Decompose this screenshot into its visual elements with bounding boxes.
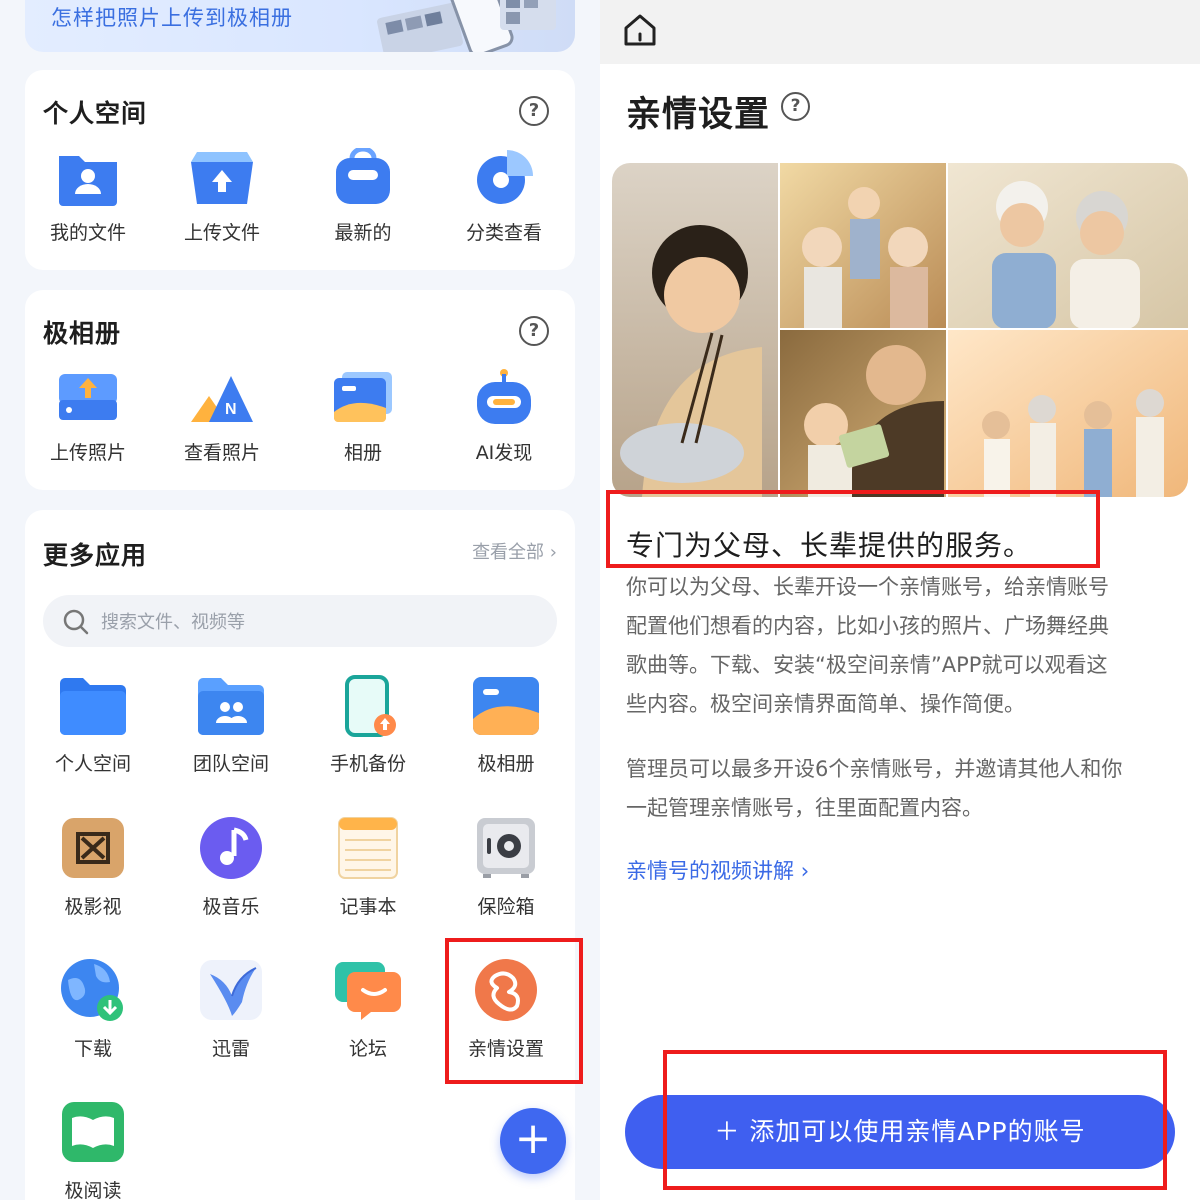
highlight-box-add-button — [663, 1050, 1167, 1190]
add-fab-button[interactable]: + — [500, 1108, 566, 1174]
app-notepad[interactable]: 记事本 — [303, 816, 433, 919]
highlight-box-subheading — [606, 490, 1100, 568]
album-button[interactable]: 相册 — [303, 368, 423, 465]
album-title: 极相册 — [43, 319, 122, 348]
app-forum[interactable]: 论坛 — [303, 958, 433, 1061]
personal-space-title: 个人空间 — [43, 99, 148, 128]
family-photo-collage — [612, 163, 1188, 497]
safe-icon — [477, 818, 535, 878]
team-folder-icon — [198, 678, 264, 735]
description-paragraph: 你可以为父母、长辈开设一个亲情账号，给亲情账号 配置他们想看的内容，比如小孩的照… — [626, 575, 1109, 716]
app-thunder[interactable]: 迅雷 — [166, 958, 296, 1061]
app-film[interactable]: 极影视 — [28, 816, 158, 919]
admin-info-paragraph: 管理员可以最多开设6个亲情账号，并邀请其他人和你 一起管理亲情账号，往里面配置内… — [626, 757, 1123, 820]
ai-discover-button[interactable]: AI发现 — [444, 368, 564, 465]
app-album[interactable]: 极相册 — [441, 675, 571, 776]
top-bar — [600, 0, 1200, 64]
backpack-icon — [336, 148, 390, 204]
forum-icon — [335, 962, 401, 1020]
folder-icon — [60, 678, 126, 735]
music-icon — [200, 817, 262, 879]
search-icon — [63, 609, 89, 635]
more-apps-title: 更多应用 — [43, 541, 148, 570]
title-help-icon[interactable]: ? — [781, 92, 810, 121]
upload-photo-button[interactable]: 上传照片 — [28, 368, 148, 465]
my-files-button[interactable]: 我的文件 — [28, 148, 148, 245]
left-panel: 怎样把照片上传到极相册 个人空间 ? 我的文件 上传文件 最新的 分类查看 极相… — [0, 0, 600, 1200]
notepad-icon — [338, 817, 398, 879]
film-icon — [62, 818, 124, 878]
chevron-right-icon: › — [800, 859, 810, 883]
app-personal-space[interactable]: 个人空间 — [28, 675, 158, 776]
person-folder-icon — [59, 156, 117, 206]
upload-file-button[interactable]: 上传文件 — [162, 148, 282, 245]
album-help-icon[interactable]: ? — [519, 316, 549, 346]
download-globe-icon — [61, 959, 123, 1021]
view-all-link[interactable]: 查看全部 › — [472, 538, 557, 564]
page-title: 亲情设置 — [626, 95, 771, 135]
personal-space-help-icon[interactable]: ? — [519, 96, 549, 126]
upload-drive-icon — [59, 374, 117, 420]
search-input[interactable]: 搜索文件、视频等 — [43, 595, 557, 647]
banner-text: 怎样把照片上传到极相册 — [51, 6, 293, 30]
more-apps-card: 更多应用 查看全部 › 搜索文件、视频等 个人空间 团队空间 手机备份 极相册 … — [25, 510, 575, 1200]
app-reading[interactable]: 极阅读 — [28, 1100, 158, 1200]
personal-space-card: 个人空间 ? 我的文件 上传文件 最新的 分类查看 — [25, 70, 575, 270]
right-panel: 亲情设置 ? 专门为父母、长辈提供的服务。 你可以为父母、长辈开设一个亲情账号，… — [600, 0, 1200, 1200]
photo-icon — [473, 677, 539, 735]
phone-backup-icon — [345, 675, 396, 737]
app-phone-backup[interactable]: 手机备份 — [303, 675, 433, 776]
album-card: 极相册 ? 上传照片 N 查看照片 相册 AI发现 — [25, 290, 575, 490]
app-music[interactable]: 极音乐 — [166, 816, 296, 919]
home-icon[interactable] — [622, 12, 658, 48]
book-icon — [62, 1102, 124, 1162]
photo-collage-illustration — [377, 0, 556, 52]
recent-button[interactable]: 最新的 — [303, 148, 423, 245]
app-safe[interactable]: 保险箱 — [441, 816, 571, 919]
thunder-bird-icon — [200, 960, 262, 1020]
search-placeholder: 搜索文件、视频等 — [101, 612, 245, 633]
mountain-icon: N — [191, 376, 253, 422]
view-photos-button[interactable]: N 查看照片 — [162, 368, 282, 465]
svg-text:N: N — [225, 401, 237, 418]
app-download[interactable]: 下载 — [28, 958, 158, 1061]
upload-box-icon — [191, 152, 253, 204]
chevron-right-icon: › — [549, 542, 557, 563]
pie-chart-icon — [477, 150, 533, 204]
upload-guide-banner[interactable]: 怎样把照片上传到极相册 — [25, 0, 575, 52]
highlight-box-family-app — [445, 938, 583, 1084]
robot-icon — [477, 369, 531, 424]
app-team-space[interactable]: 团队空间 — [166, 675, 296, 776]
category-view-button[interactable]: 分类查看 — [444, 148, 564, 245]
photo-stack-icon — [334, 372, 392, 422]
video-tutorial-link[interactable]: 亲情号的视频讲解 › — [626, 855, 809, 885]
